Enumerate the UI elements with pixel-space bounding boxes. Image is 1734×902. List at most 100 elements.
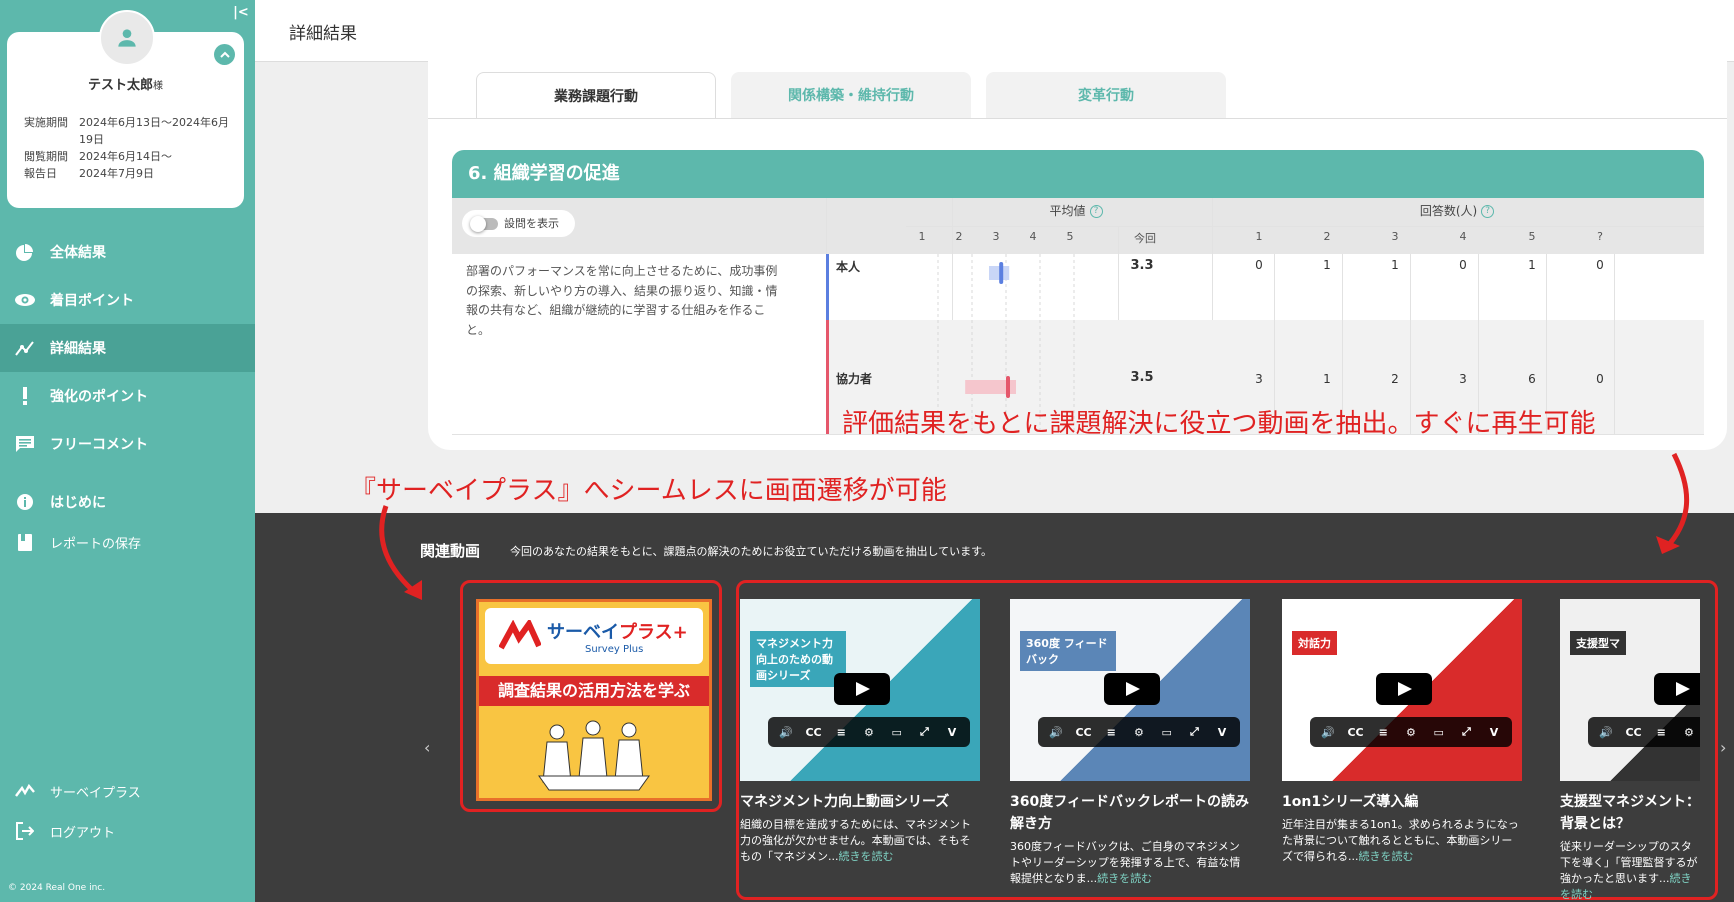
count-col-label: ? (1597, 230, 1603, 243)
fullscreen-icon[interactable]: ⤢ (1457, 724, 1475, 740)
vimeo-icon[interactable]: V (1213, 724, 1231, 740)
videos-subtitle: 今回のあなたの結果をもとに、課題点の解決のためにお役立ていただける動画を抽出して… (510, 545, 993, 558)
survey-plus-banner[interactable]: サーベイプラス+ Survey Plus 調査結果の活用方法を学ぶ (476, 599, 712, 801)
captions-icon[interactable]: CC (1625, 724, 1643, 740)
nav-item-logout[interactable]: ログアウト (0, 811, 255, 851)
footer-nav: サーベイプラス ログアウト (0, 771, 255, 851)
video-thumbnail[interactable]: 360度 フィードバック 🔊 CC ≡ ⚙ ▭ ⤢ V (1010, 599, 1250, 781)
result-card: 業務課題行動 関係構築・維持行動 変革行動 6. 組織学習の促進 設問を表示 平… (428, 58, 1727, 450)
nav-item-comments[interactable]: フリーコメント (0, 420, 255, 468)
carousel-next-icon[interactable]: › (1720, 738, 1726, 757)
collapse-sidebar-icon[interactable]: |< (232, 4, 250, 22)
header: 詳細結果 (255, 0, 1734, 62)
vimeo-icon[interactable]: V (943, 724, 961, 740)
logout-icon (14, 820, 36, 842)
player-controls: 🔊 CC ≡ ⚙ ▭ ⤢ V (768, 717, 970, 747)
tab-business-issue[interactable]: 業務課題行動 (476, 72, 716, 118)
tab-divider (428, 118, 1727, 119)
video-description: 従来リーダーシップのスタ下を導く」「管理監督するが強かったと思います...続きを… (1560, 839, 1700, 902)
transcript-icon[interactable]: ≡ (1652, 724, 1670, 740)
collapse-profile-button[interactable] (214, 44, 235, 65)
captions-icon[interactable]: CC (805, 724, 823, 740)
pip-icon[interactable]: ▭ (1430, 724, 1448, 740)
survey-plus-icon (14, 780, 36, 802)
read-more-link[interactable]: 続きを読む (1097, 872, 1152, 885)
settings-icon[interactable]: ⚙ (1402, 724, 1420, 740)
play-button[interactable] (1376, 673, 1432, 705)
volume-icon[interactable]: 🔊 (1047, 724, 1065, 740)
pip-icon[interactable]: ▭ (888, 724, 906, 740)
current-label: 今回 (1134, 232, 1156, 245)
fullscreen-icon[interactable]: ⤢ (915, 724, 933, 740)
video-thumbnail[interactable]: 対話力 🔊 CC ≡ ⚙ ▭ ⤢ V (1282, 599, 1522, 781)
transcript-icon[interactable]: ≡ (832, 724, 850, 740)
nav-item-survey-plus[interactable]: サーベイプラス (0, 771, 255, 811)
scale-label: 3 (992, 230, 1000, 243)
show-question-toggle[interactable]: 設問を表示 (462, 210, 575, 237)
settings-icon[interactable]: ⚙ (860, 724, 878, 740)
annotation-arrow-right (1656, 452, 1690, 554)
promo-headline: 調査結果の活用方法を学ぶ (479, 676, 709, 706)
read-more-link[interactable]: 続きを読む (1359, 850, 1414, 863)
captions-icon[interactable]: CC (1347, 724, 1365, 740)
scale-label: 2 (955, 230, 963, 243)
analytics-icon (14, 337, 36, 359)
carousel-prev-icon[interactable]: ‹ (424, 738, 430, 757)
count-cell: 0 (1255, 258, 1263, 272)
annotation-arrow-left (379, 505, 422, 600)
video-thumbnail[interactable]: 支援型マ 🔊CC≡⚙▭⤢V (1560, 599, 1700, 781)
nav-item-focus[interactable]: 着目ポイント (0, 276, 255, 324)
video-card[interactable]: 360度 フィードバック 🔊 CC ≡ ⚙ ▭ ⤢ V 360度フィードバックレポートの読み… (1010, 599, 1250, 887)
nav-item-detail[interactable]: 詳細結果 (0, 324, 255, 372)
video-thumbnail[interactable]: マネジメント力向上のための動画シリーズ 🔊 CC ≡ ⚙ ▭ ⤢ V (740, 599, 980, 781)
grid-line (1614, 254, 1615, 434)
volume-icon[interactable]: 🔊 (1319, 724, 1337, 740)
transcript-icon[interactable]: ≡ (1374, 724, 1392, 740)
video-card[interactable]: マネジメント力向上のための動画シリーズ 🔊 CC ≡ ⚙ ▭ ⤢ V マネジメント力向上動画… (740, 599, 980, 865)
nav-item-overall[interactable]: 全体結果 (0, 228, 255, 276)
nav-item-intro[interactable]: はじめに (0, 482, 255, 522)
help-icon[interactable]: ? (1481, 205, 1495, 218)
video-card[interactable]: 対話力 🔊 CC ≡ ⚙ ▭ ⤢ V 1on1シリーズ導入編 近年注目が集まる1on1。求め… (1282, 599, 1522, 865)
count-cell: 0 (1459, 258, 1467, 272)
count-col-label: 5 (1528, 230, 1536, 243)
grid-line (906, 226, 1704, 227)
thumbnail-caption: 対話力 (1292, 631, 1337, 655)
eye-icon (14, 289, 36, 311)
settings-icon[interactable]: ⚙ (1680, 724, 1698, 740)
transcript-icon[interactable]: ≡ (1102, 724, 1120, 740)
nav-item-save-report[interactable]: レポートの保存 (0, 522, 255, 562)
play-button[interactable] (1654, 673, 1700, 705)
captions-icon[interactable]: CC (1075, 724, 1093, 740)
pie-chart-icon (14, 241, 36, 263)
secondary-nav: はじめに レポートの保存 (0, 482, 255, 562)
toggle-switch[interactable] (470, 216, 498, 232)
volume-icon[interactable]: 🔊 (777, 724, 795, 740)
fullscreen-icon[interactable]: ⤢ (1185, 724, 1203, 740)
period-row: 閲覧期間 2024年6月14日〜 (24, 150, 172, 163)
read-more-link[interactable]: 続きを読む (839, 850, 894, 863)
help-icon[interactable]: ? (1089, 205, 1103, 218)
annotation-right: 評価結果をもとに課題解決に役立つ動画を抽出。すぐに再生可能 (842, 409, 1596, 439)
info-icon (14, 491, 36, 513)
play-button[interactable] (1104, 673, 1160, 705)
video-card[interactable]: 支援型マ 🔊CC≡⚙▭⤢V 支援型マネジメント：背景とは？ 従来リーダーシップの… (1560, 599, 1700, 902)
count-header: 回答数(人)? (1212, 202, 1702, 219)
video-description: 360度フィードバックは、ご自身のマネジメントやリーダーシップを発揮する上で、有… (1010, 839, 1250, 887)
pip-icon[interactable]: ▭ (1158, 724, 1176, 740)
nav-item-strengthen[interactable]: 強化のポイント (0, 372, 255, 420)
tab-relationship[interactable]: 関係構築・維持行動 (731, 72, 971, 118)
scale-label: 5 (1066, 230, 1074, 243)
count-cell: 1 (1323, 372, 1331, 386)
vimeo-icon[interactable]: V (1485, 724, 1503, 740)
count-col-label: 4 (1459, 230, 1467, 243)
score-marker (1006, 376, 1010, 398)
play-button[interactable] (834, 673, 890, 705)
chevron-up-icon (219, 51, 230, 58)
settings-icon[interactable]: ⚙ (1130, 724, 1148, 740)
video-title: 1on1シリーズ導入編 (1282, 794, 1419, 810)
volume-icon[interactable]: 🔊 (1597, 724, 1615, 740)
tab-transformation[interactable]: 変革行動 (986, 72, 1226, 118)
item-description: 部署のパフォーマンスを常に向上させるために、成功事例の探索、新しいやり方の導入、… (466, 264, 778, 337)
thumbnail-caption: マネジメント力向上のための動画シリーズ (750, 631, 846, 687)
